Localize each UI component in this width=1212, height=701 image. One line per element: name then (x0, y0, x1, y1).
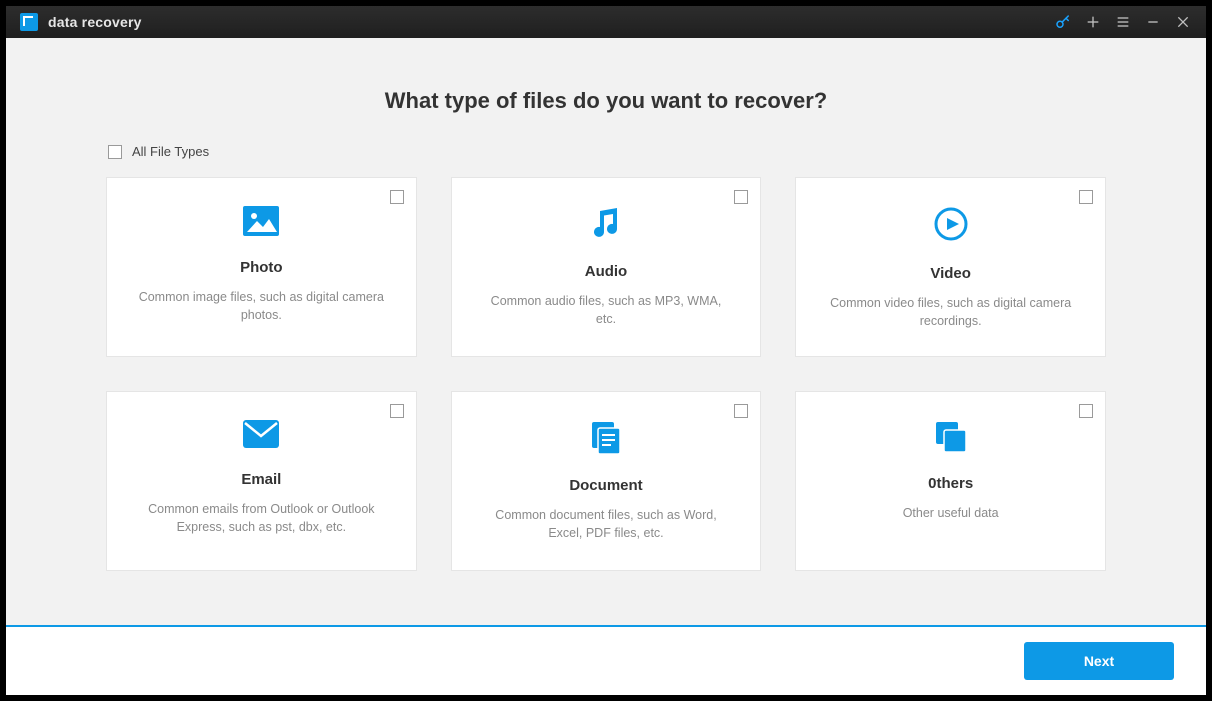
cards-grid: Photo Common image files, such as digita… (106, 177, 1106, 571)
plus-icon[interactable] (1078, 6, 1108, 38)
card-audio-title: Audio (585, 263, 628, 280)
card-document-desc: Common document files, such as Word, Exc… (482, 506, 731, 542)
next-button[interactable]: Next (1024, 642, 1174, 680)
card-others[interactable]: 0thers Other useful data (795, 391, 1106, 571)
titlebar: data recovery (6, 6, 1206, 38)
app-window: data recovery What type of files do you … (0, 0, 1212, 701)
document-icon (589, 420, 623, 459)
card-video[interactable]: Video Common video files, such as digita… (795, 177, 1106, 357)
app-title: data recovery (48, 14, 142, 30)
card-email[interactable]: Email Common emails from Outlook or Outl… (106, 391, 417, 571)
card-others-title: 0thers (928, 475, 973, 492)
all-file-types-row: All File Types (106, 144, 1106, 159)
card-document-title: Document (569, 477, 642, 494)
email-icon (243, 420, 279, 453)
card-document[interactable]: Document Common document files, such as … (451, 391, 762, 571)
card-email-desc: Common emails from Outlook or Outlook Ex… (137, 500, 386, 536)
card-document-checkbox[interactable] (734, 404, 748, 418)
menu-icon[interactable] (1108, 6, 1138, 38)
card-others-checkbox[interactable] (1079, 404, 1093, 418)
card-audio-checkbox[interactable] (734, 190, 748, 204)
card-video-desc: Common video files, such as digital came… (826, 294, 1075, 330)
all-file-types-checkbox[interactable] (108, 145, 122, 159)
card-email-checkbox[interactable] (390, 404, 404, 418)
audio-icon (589, 206, 623, 245)
app-logo-icon (20, 13, 38, 31)
all-file-types-label: All File Types (132, 144, 209, 159)
photo-icon (243, 206, 279, 241)
close-icon[interactable] (1168, 6, 1198, 38)
card-photo[interactable]: Photo Common image files, such as digita… (106, 177, 417, 357)
page-heading: What type of files do you want to recove… (106, 88, 1106, 114)
card-video-title: Video (930, 265, 971, 282)
card-email-title: Email (241, 471, 281, 488)
app-inner: data recovery What type of files do you … (6, 6, 1206, 695)
minimize-icon[interactable] (1138, 6, 1168, 38)
others-icon (934, 420, 968, 457)
card-audio[interactable]: Audio Common audio files, such as MP3, W… (451, 177, 762, 357)
card-video-checkbox[interactable] (1079, 190, 1093, 204)
footer-bar: Next (6, 625, 1206, 695)
video-icon (933, 206, 969, 247)
card-photo-checkbox[interactable] (390, 190, 404, 204)
key-icon[interactable] (1048, 6, 1078, 38)
card-photo-title: Photo (240, 259, 283, 276)
card-audio-desc: Common audio files, such as MP3, WMA, et… (482, 292, 731, 328)
card-others-desc: Other useful data (903, 504, 999, 522)
content-area: What type of files do you want to recove… (6, 38, 1206, 625)
card-photo-desc: Common image files, such as digital came… (137, 288, 386, 324)
